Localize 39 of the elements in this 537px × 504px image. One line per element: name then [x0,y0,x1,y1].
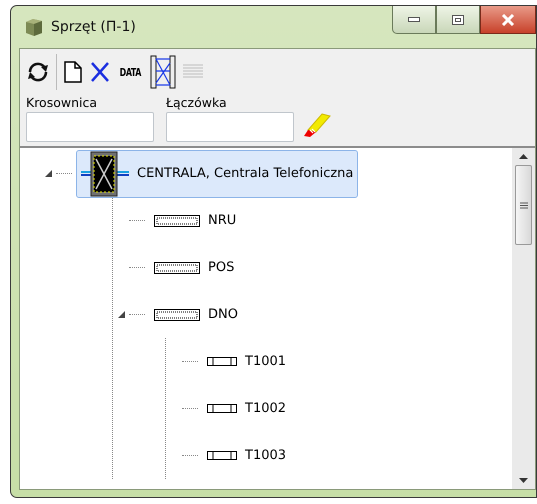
refresh-icon[interactable] [26,61,50,83]
close-button[interactable] [480,6,536,34]
patch-panel-icon [154,308,200,320]
connector-icon [207,451,237,460]
scrollbar[interactable] [512,148,535,489]
maximize-button[interactable] [436,6,480,34]
delete-icon[interactable] [89,61,111,83]
eraser-icon[interactable] [302,112,332,138]
input-field[interactable] [26,112,154,142]
tree-item[interactable]: T1003 [202,447,292,464]
cube-icon [23,16,45,38]
input-field[interactable] [166,112,294,142]
tree-item[interactable]: CENTRALA, Centrala Telefoniczna [76,150,358,198]
patch-panel-icon [154,262,200,274]
expanded-arrow-icon[interactable] [45,170,52,177]
tree-item[interactable]: DNO [149,306,243,323]
maximize-icon [452,14,464,24]
field-label: Krosownica [26,95,98,110]
tree-item[interactable]: NRU [149,212,242,229]
scrollbar-thumb[interactable] [515,165,532,245]
window-title: Sprzęt (П-1) [51,19,136,35]
scroll-down-arrow-icon[interactable] [519,478,528,483]
minimize-icon [408,17,420,22]
cross-connect-icon[interactable] [150,55,176,89]
expanded-arrow-icon[interactable] [118,311,125,318]
minimize-button[interactable] [392,6,436,34]
tree-item[interactable]: POS [149,259,240,276]
grip-icon [520,202,528,208]
patch-panel-icon [154,214,200,226]
field-label: Łączówka [166,95,228,110]
connector-icon [207,357,237,366]
tree-item[interactable]: T1001 [202,353,292,370]
scroll-up-arrow-icon[interactable] [519,154,528,159]
switchboard-icon [81,150,129,196]
new-document-icon[interactable] [63,61,83,83]
data-button[interactable]: DATA [120,66,141,78]
connector-icon [207,404,237,413]
close-icon [501,14,515,26]
tree-item[interactable]: T1002 [202,400,292,417]
